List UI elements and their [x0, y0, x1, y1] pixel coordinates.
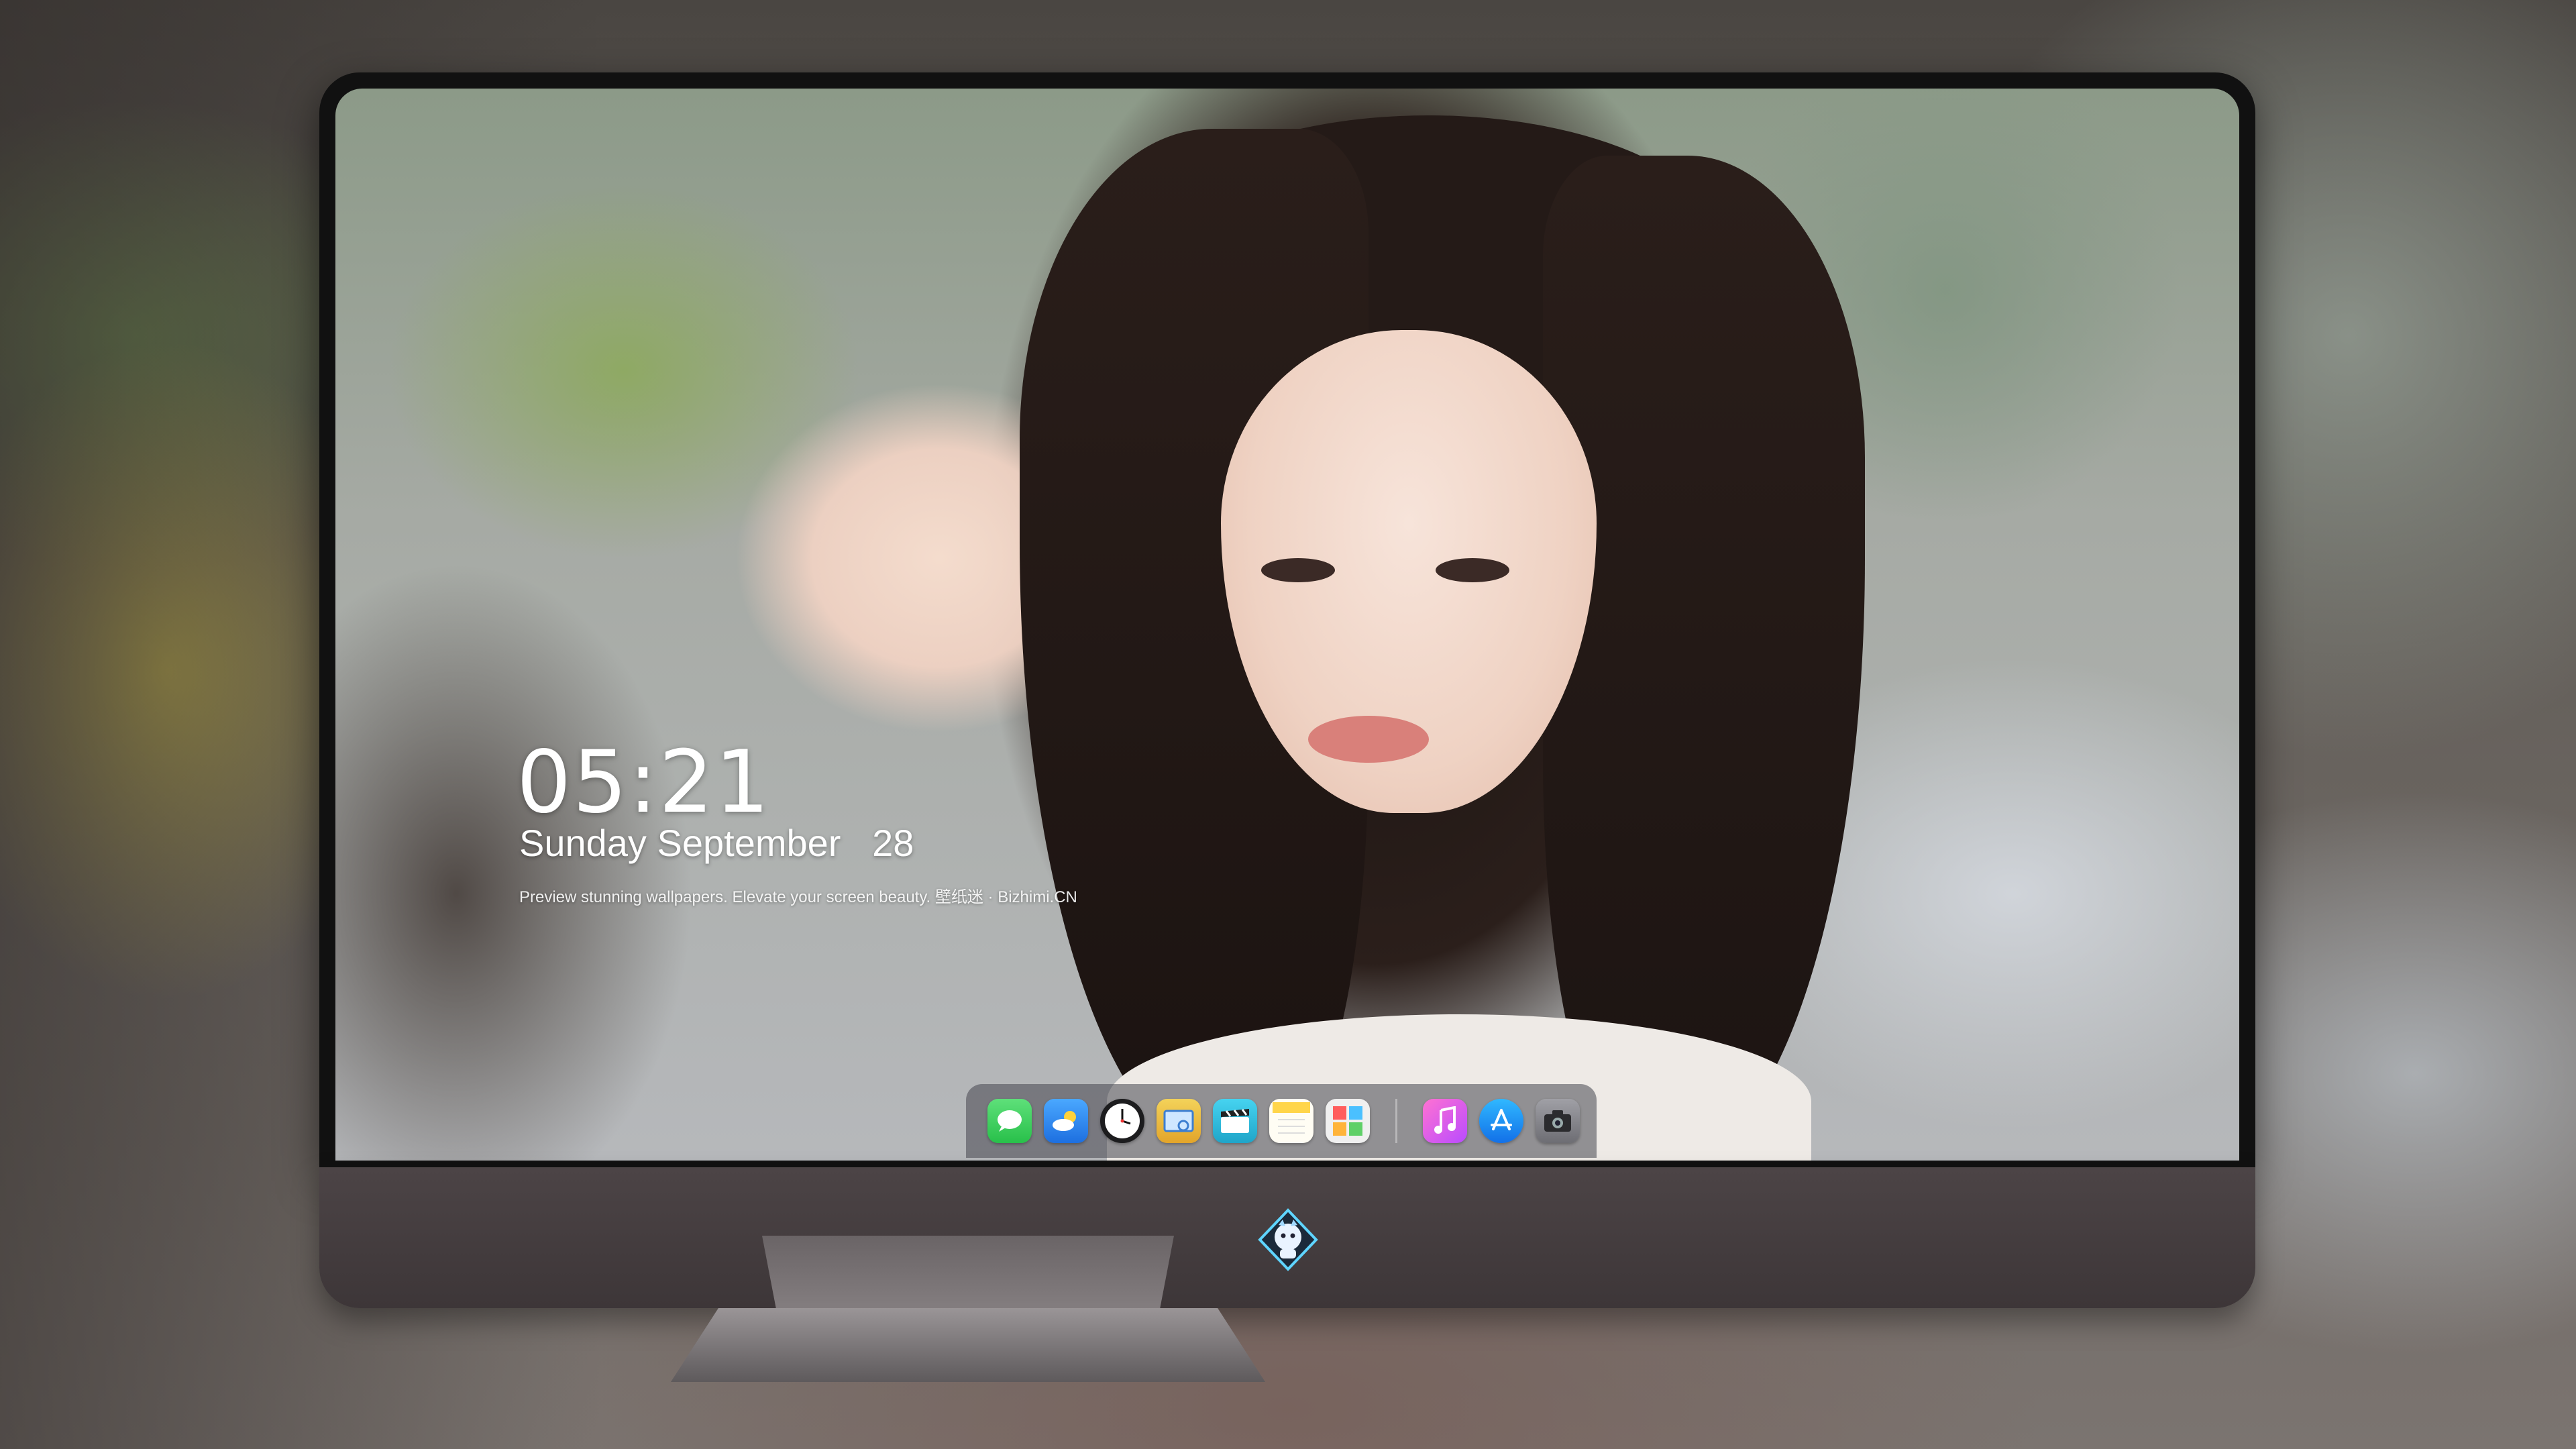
dragon-mascot-logo — [1256, 1208, 1320, 1272]
wallpaper-lips — [1308, 716, 1429, 763]
claquette-icon[interactable] — [1213, 1099, 1257, 1143]
monitor-chin — [319, 1167, 2255, 1308]
music-icon[interactable] — [1423, 1099, 1467, 1143]
dock-separator — [1395, 1099, 1397, 1143]
photo-booth-icon[interactable] — [1326, 1099, 1370, 1143]
messages-icon[interactable] — [987, 1099, 1032, 1143]
weather-icon[interactable] — [1044, 1099, 1088, 1143]
clock-icon[interactable] — [1100, 1099, 1144, 1143]
lockscreen-tagline: Preview stunning wallpapers. Elevate you… — [519, 888, 1077, 906]
monitor-stand-base — [671, 1308, 1265, 1382]
wallpaper-eye — [1261, 558, 1335, 582]
wallpaper-eye — [1436, 558, 1509, 582]
preview-icon[interactable] — [1157, 1099, 1201, 1143]
wallpaper-hair-right — [1543, 156, 1865, 1161]
lockscreen-date: Sunday September 28 — [519, 822, 914, 864]
monitor-bezel: 05:21 Sunday September 28 Preview stunni… — [319, 72, 2255, 1167]
monitor: 05:21 Sunday September 28 Preview stunni… — [319, 72, 2255, 1308]
notes-icon[interactable] — [1269, 1099, 1313, 1143]
desktop-screen[interactable]: 05:21 Sunday September 28 Preview stunni… — [335, 89, 2239, 1161]
camera-icon[interactable] — [1536, 1099, 1580, 1143]
app-store-icon[interactable] — [1479, 1099, 1523, 1143]
dock — [966, 1084, 1597, 1158]
lockscreen-time: 05:21 — [517, 733, 771, 833]
